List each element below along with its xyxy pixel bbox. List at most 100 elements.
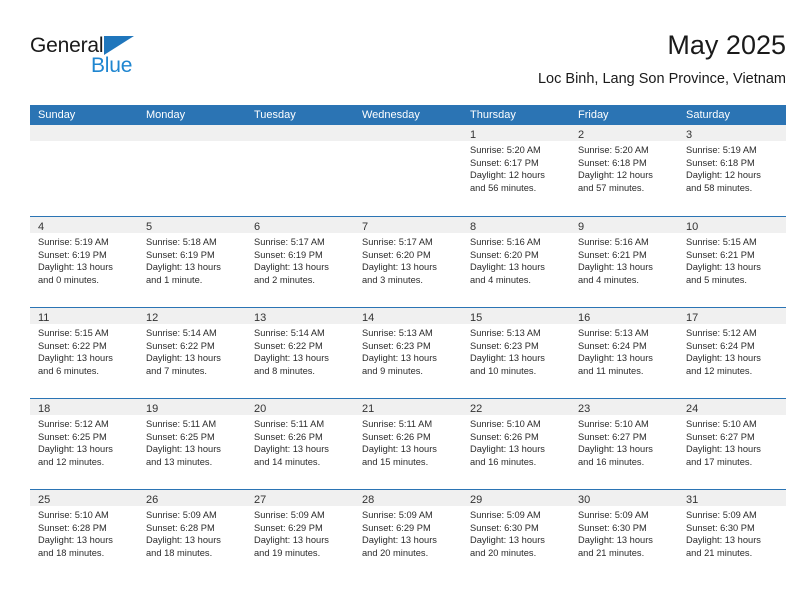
day-detail-line: Sunset: 6:21 PM	[686, 249, 755, 260]
day-number: 17	[686, 312, 699, 324]
day-detail-line: Sunrise: 5:13 AM	[578, 328, 649, 338]
day-cell[interactable]: 6 Sunrise: 5:17 AM Sunset: 6:19 PM Daylight…	[246, 217, 354, 307]
day-number: 14	[362, 312, 375, 324]
day-details: Sunrise: 5:11 AM Sunset: 6:26 PM Daylight:…	[354, 415, 462, 468]
day-detail-line: Sunset: 6:18 PM	[686, 157, 755, 168]
calendar-week-row: 18 Sunrise: 5:12 AM Sunset: 6:25 PM Dayligh…	[30, 398, 786, 489]
day-cell[interactable]: 20 Sunrise: 5:11 AM Sunset: 6:26 PM Dayligh…	[246, 399, 354, 489]
day-detail-line: Sunset: 6:24 PM	[686, 340, 755, 351]
day-details: Sunrise: 5:11 AM Sunset: 6:25 PM Daylight:…	[138, 415, 246, 468]
day-cell[interactable]: 19 Sunrise: 5:11 AM Sunset: 6:25 PM Dayligh…	[138, 399, 246, 489]
day-details: Sunrise: 5:09 AM Sunset: 6:29 PM Daylight:…	[246, 506, 354, 559]
day-details: Sunrise: 5:16 AM Sunset: 6:21 PM Daylight:…	[570, 233, 678, 286]
day-details: Sunrise: 5:15 AM Sunset: 6:22 PM Daylight:…	[30, 324, 138, 377]
day-detail-line: Sunset: 6:25 PM	[146, 431, 215, 442]
day-cell[interactable]: 22 Sunrise: 5:10 AM Sunset: 6:26 PM Dayligh…	[462, 399, 570, 489]
day-cell[interactable]: 3 Sunrise: 5:19 AM Sunset: 6:18 PM Daylight…	[678, 125, 786, 216]
day-details: Sunrise: 5:10 AM Sunset: 6:27 PM Daylight:…	[570, 415, 678, 468]
day-detail-line: and 7 minutes.	[146, 365, 207, 376]
day-detail-line: Sunset: 6:27 PM	[686, 431, 755, 442]
day-details: Sunrise: 5:09 AM Sunset: 6:28 PM Daylight:…	[138, 506, 246, 559]
location-subtitle: Loc Binh, Lang Son Province, Vietnam	[537, 71, 786, 87]
day-cell[interactable]: 7 Sunrise: 5:17 AM Sunset: 6:20 PM Daylight…	[354, 217, 462, 307]
day-cell[interactable]: 10 Sunrise: 5:15 AM Sunset: 6:21 PM Dayligh…	[678, 217, 786, 307]
day-cell[interactable]: 25 Sunrise: 5:10 AM Sunset: 6:28 PM Dayligh…	[30, 490, 138, 580]
day-detail-line: Daylight: 13 hours	[38, 353, 113, 364]
day-detail-line: Sunrise: 5:09 AM	[146, 510, 217, 520]
day-number: 30	[578, 494, 591, 506]
day-cell[interactable]: 9 Sunrise: 5:16 AM Sunset: 6:21 PM Daylight…	[570, 217, 678, 307]
day-detail-line: Sunrise: 5:11 AM	[146, 419, 217, 429]
day-cell[interactable]: 11 Sunrise: 5:15 AM Sunset: 6:22 PM Dayligh…	[30, 308, 138, 398]
day-number-band: 2	[570, 125, 678, 141]
day-cell-empty	[246, 125, 354, 216]
day-details	[246, 141, 354, 144]
day-number-band: 27	[246, 490, 354, 506]
day-cell[interactable]: 2 Sunrise: 5:20 AM Sunset: 6:18 PM Daylight…	[570, 125, 678, 216]
day-detail-line: Daylight: 13 hours	[38, 535, 113, 546]
day-detail-line: Sunset: 6:18 PM	[578, 157, 647, 168]
calendar-page: General Blue May 2025 Loc Binh, Lang Son…	[0, 0, 792, 612]
day-detail-line: Sunrise: 5:12 AM	[38, 419, 109, 429]
day-details: Sunrise: 5:09 AM Sunset: 6:30 PM Daylight:…	[570, 506, 678, 559]
day-number-band: 14	[354, 308, 462, 324]
day-cell[interactable]: 27 Sunrise: 5:09 AM Sunset: 6:29 PM Dayligh…	[246, 490, 354, 580]
page-title: May 2025	[667, 30, 786, 60]
day-detail-line: Sunrise: 5:18 AM	[146, 237, 217, 247]
day-detail-line: Sunset: 6:30 PM	[470, 522, 539, 533]
day-cell[interactable]: 5 Sunrise: 5:18 AM Sunset: 6:19 PM Daylight…	[138, 217, 246, 307]
day-number-band: 24	[678, 399, 786, 415]
day-number-band: 31	[678, 490, 786, 506]
weekday-header-row: Sunday Monday Tuesday Wednesday Thursday Frid…	[30, 105, 786, 125]
day-details: Sunrise: 5:18 AM Sunset: 6:19 PM Daylight:…	[138, 233, 246, 286]
day-detail-line: Sunrise: 5:20 AM	[578, 145, 649, 155]
day-number-band: 28	[354, 490, 462, 506]
day-cell[interactable]: 17 Sunrise: 5:12 AM Sunset: 6:24 PM Dayligh…	[678, 308, 786, 398]
day-cell-empty	[30, 125, 138, 216]
day-cell[interactable]: 16 Sunrise: 5:13 AM Sunset: 6:24 PM Dayligh…	[570, 308, 678, 398]
day-number-band: 11	[30, 308, 138, 324]
day-cell[interactable]: 29 Sunrise: 5:09 AM Sunset: 6:30 PM Dayligh…	[462, 490, 570, 580]
day-detail-line: Daylight: 13 hours	[470, 535, 545, 546]
day-number-band: 16	[570, 308, 678, 324]
day-detail-line: Sunrise: 5:09 AM	[254, 510, 325, 520]
day-detail-line: and 15 minutes.	[362, 456, 429, 467]
day-detail-line: Daylight: 13 hours	[254, 444, 329, 455]
day-cell[interactable]: 23 Sunrise: 5:10 AM Sunset: 6:27 PM Dayligh…	[570, 399, 678, 489]
day-cell[interactable]: 12 Sunrise: 5:14 AM Sunset: 6:22 PM Dayligh…	[138, 308, 246, 398]
day-cell[interactable]: 8 Sunrise: 5:16 AM Sunset: 6:20 PM Daylight…	[462, 217, 570, 307]
day-detail-line: Daylight: 13 hours	[470, 444, 545, 455]
day-cell[interactable]: 30 Sunrise: 5:09 AM Sunset: 6:30 PM Dayligh…	[570, 490, 678, 580]
day-cell[interactable]: 28 Sunrise: 5:09 AM Sunset: 6:29 PM Dayligh…	[354, 490, 462, 580]
day-details: Sunrise: 5:09 AM Sunset: 6:30 PM Daylight:…	[678, 506, 786, 559]
day-number: 29	[470, 494, 483, 506]
day-details: Sunrise: 5:20 AM Sunset: 6:17 PM Daylight:…	[462, 141, 570, 194]
day-cell[interactable]: 4 Sunrise: 5:19 AM Sunset: 6:19 PM Daylight…	[30, 217, 138, 307]
weekday-header-sunday: Sunday	[38, 109, 76, 121]
day-detail-line: and 9 minutes.	[362, 365, 423, 376]
day-details: Sunrise: 5:10 AM Sunset: 6:26 PM Daylight:…	[462, 415, 570, 468]
calendar-week-row: 11 Sunrise: 5:15 AM Sunset: 6:22 PM Dayligh…	[30, 307, 786, 398]
day-cell[interactable]: 31 Sunrise: 5:09 AM Sunset: 6:30 PM Dayligh…	[678, 490, 786, 580]
day-details: Sunrise: 5:12 AM Sunset: 6:24 PM Daylight:…	[678, 324, 786, 377]
day-detail-line: Sunrise: 5:10 AM	[470, 419, 541, 429]
day-number-band: 29	[462, 490, 570, 506]
day-detail-line: Sunrise: 5:15 AM	[686, 237, 757, 247]
day-cell[interactable]: 15 Sunrise: 5:13 AM Sunset: 6:23 PM Dayligh…	[462, 308, 570, 398]
day-cell[interactable]: 14 Sunrise: 5:13 AM Sunset: 6:23 PM Dayligh…	[354, 308, 462, 398]
day-cell[interactable]: 21 Sunrise: 5:11 AM Sunset: 6:26 PM Dayligh…	[354, 399, 462, 489]
day-cell[interactable]: 13 Sunrise: 5:14 AM Sunset: 6:22 PM Dayligh…	[246, 308, 354, 398]
day-cell-empty	[138, 125, 246, 216]
title-block: May 2025 Loc Binh, Lang Son Province, Vi…	[538, 28, 786, 90]
day-cell[interactable]: 1 Sunrise: 5:20 AM Sunset: 6:17 PM Daylight…	[462, 125, 570, 216]
day-cell[interactable]: 26 Sunrise: 5:09 AM Sunset: 6:28 PM Dayligh…	[138, 490, 246, 580]
day-detail-line: Sunset: 6:17 PM	[470, 157, 539, 168]
day-number-band: 21	[354, 399, 462, 415]
day-detail-line: Sunrise: 5:10 AM	[578, 419, 649, 429]
day-number-band: 13	[246, 308, 354, 324]
day-cell[interactable]: 24 Sunrise: 5:10 AM Sunset: 6:27 PM Dayligh…	[678, 399, 786, 489]
general-blue-logo: General Blue	[30, 34, 220, 90]
day-number: 5	[146, 221, 153, 233]
day-cell[interactable]: 18 Sunrise: 5:12 AM Sunset: 6:25 PM Dayligh…	[30, 399, 138, 489]
day-number: 27	[254, 494, 267, 506]
